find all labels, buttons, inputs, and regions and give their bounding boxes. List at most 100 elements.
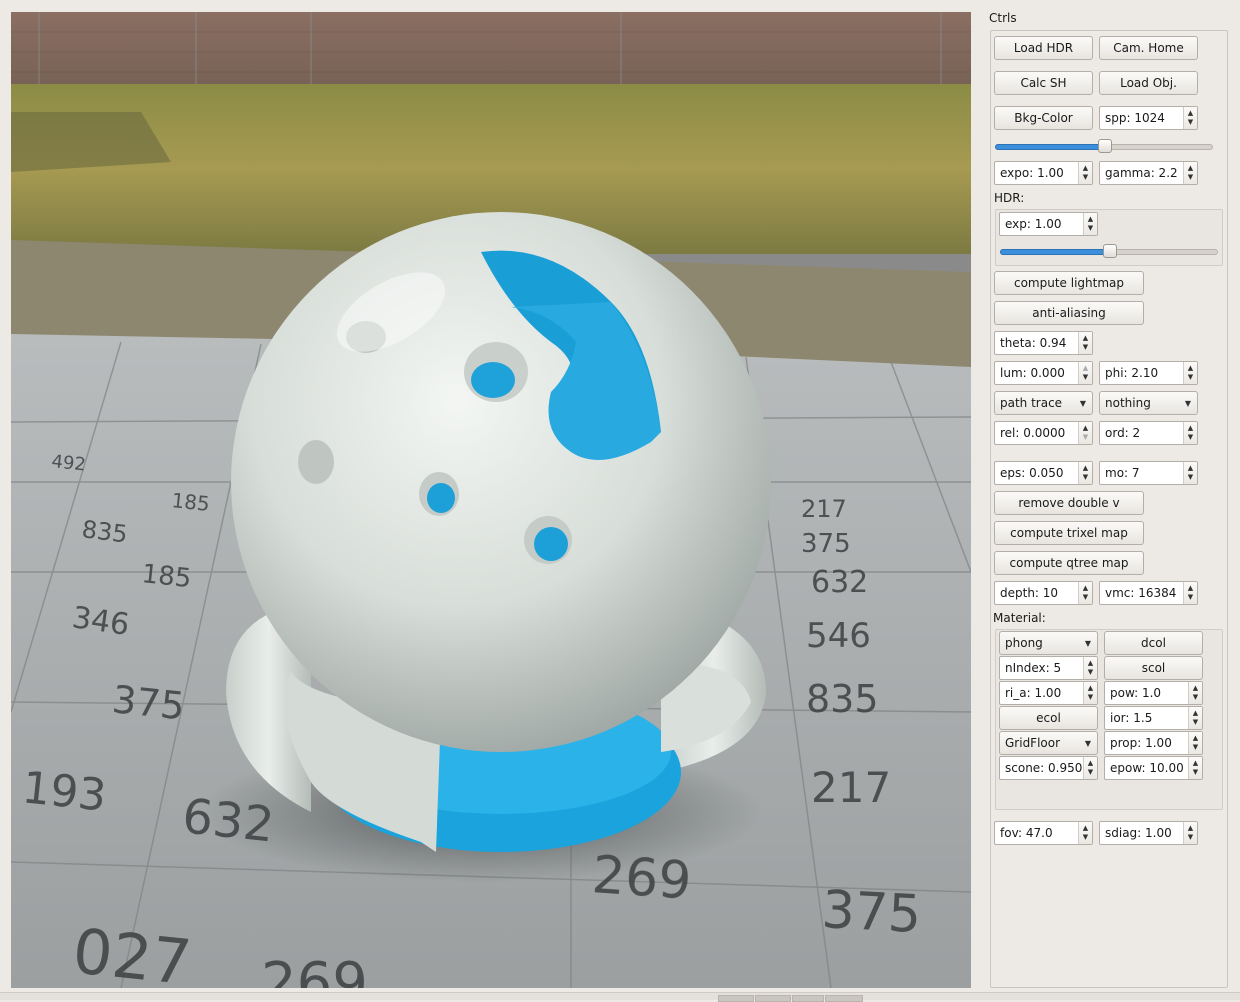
epow-value: epow: 10.00 bbox=[1110, 761, 1184, 775]
spin-arrows-icon[interactable]: ▲ ▼ bbox=[1188, 732, 1202, 754]
depth-value: depth: 10 bbox=[1000, 586, 1059, 600]
slider-fill bbox=[1000, 249, 1111, 255]
spin-arrows-icon[interactable]: ▲ ▼ bbox=[1188, 757, 1202, 779]
object-value: GridFloor bbox=[1005, 736, 1061, 750]
floor-number: 835 bbox=[80, 515, 129, 548]
slider-fill bbox=[995, 144, 1106, 150]
floor-number: 546 bbox=[806, 616, 871, 656]
spin-arrows-icon[interactable]: ▲ ▼ bbox=[1188, 682, 1202, 704]
load-hdr-button[interactable]: Load HDR bbox=[994, 36, 1093, 60]
depth-spinbox[interactable]: depth: 10 ▲ ▼ bbox=[994, 581, 1093, 605]
chevron-down-icon: ▼ bbox=[1084, 738, 1092, 748]
nindex-spinbox[interactable]: nIndex: 5 ▲ ▼ bbox=[999, 656, 1098, 680]
floor-number: 217 bbox=[801, 495, 847, 523]
ior-value: ior: 1.5 bbox=[1110, 711, 1153, 725]
spin-arrows-icon[interactable]: ▲ ▼ bbox=[1083, 682, 1097, 704]
floor-number: 269 bbox=[261, 951, 368, 988]
spin-arrows-icon[interactable]: ▲ ▼ bbox=[1183, 822, 1197, 844]
fov-spinbox[interactable]: fov: 47.0 ▲ ▼ bbox=[994, 821, 1093, 845]
object-select[interactable]: GridFloor ▼ bbox=[999, 731, 1098, 755]
floor-number: 835 bbox=[806, 677, 879, 721]
lum-spinbox[interactable]: lum: 0.000 ▲ ▼ bbox=[994, 361, 1093, 385]
prop-spinbox[interactable]: prop: 1.00 ▲ ▼ bbox=[1104, 731, 1203, 755]
scone-spinbox[interactable]: scone: 0.950 ▲ ▼ bbox=[999, 756, 1098, 780]
anti-aliasing-button[interactable]: anti-aliasing bbox=[994, 301, 1144, 325]
ri-a-value: ri_a: 1.00 bbox=[1005, 686, 1062, 700]
theta-spinbox[interactable]: theta: 0.94 ▲ ▼ bbox=[994, 331, 1093, 355]
gamma-spinbox[interactable]: gamma: 2.2 ▲ ▼ bbox=[1099, 161, 1198, 185]
hdr-exp-spinbox[interactable]: exp: 1.00 ▲ ▼ bbox=[999, 212, 1098, 236]
floor-number: 193 bbox=[20, 762, 109, 821]
compute-trixel-map-button[interactable]: compute trixel map bbox=[994, 521, 1144, 545]
material-section-label: Material: bbox=[993, 611, 1046, 625]
render-mode-value: path trace bbox=[1000, 396, 1063, 410]
shader-select[interactable]: phong ▼ bbox=[999, 631, 1098, 655]
compute-lightmap-button[interactable]: compute lightmap bbox=[994, 271, 1144, 295]
phi-spinbox[interactable]: phi: 2.10 ▲ ▼ bbox=[1099, 361, 1198, 385]
render-mode-select[interactable]: path trace ▼ bbox=[994, 391, 1093, 415]
rel-spinbox[interactable]: rel: 0.0000 ▲ ▼ bbox=[994, 421, 1093, 445]
spin-arrows-icon[interactable]: ▲ ▼ bbox=[1183, 162, 1197, 184]
panel-title: Ctrls bbox=[989, 11, 1017, 25]
ior-spinbox[interactable]: ior: 1.5 ▲ ▼ bbox=[1104, 706, 1203, 730]
expo-spinbox[interactable]: expo: 1.00 ▲ ▼ bbox=[994, 161, 1093, 185]
mo-spinbox[interactable]: mo: 7 ▲ ▼ bbox=[1099, 461, 1198, 485]
floor-number: 492 bbox=[50, 451, 86, 475]
vmc-spinbox[interactable]: vmc: 16384 ▲ ▼ bbox=[1099, 581, 1198, 605]
floor-number: 375 bbox=[110, 677, 187, 728]
scol-button[interactable]: scol bbox=[1104, 656, 1203, 680]
ord-spinbox[interactable]: ord: 2 ▲ ▼ bbox=[1099, 421, 1198, 445]
epow-spinbox[interactable]: epow: 10.00 ▲ ▼ bbox=[1104, 756, 1203, 780]
sdiag-spinbox[interactable]: sdiag: 1.00 ▲ ▼ bbox=[1099, 821, 1198, 845]
spin-arrows-icon[interactable]: ▲ ▼ bbox=[1183, 422, 1197, 444]
ecol-button[interactable]: ecol bbox=[999, 706, 1098, 730]
remove-double-v-button[interactable]: remove double v bbox=[994, 491, 1144, 515]
load-obj-button[interactable]: Load Obj. bbox=[1099, 71, 1198, 95]
spin-arrows-icon[interactable]: ▲ ▼ bbox=[1083, 657, 1097, 679]
dcol-button[interactable]: dcol bbox=[1104, 631, 1203, 655]
hdr-exp-value: exp: 1.00 bbox=[1005, 217, 1062, 231]
gamma-value: gamma: 2.2 bbox=[1105, 166, 1178, 180]
slider-handle[interactable] bbox=[1103, 244, 1117, 258]
compute-qtree-map-button[interactable]: compute qtree map bbox=[994, 551, 1144, 575]
render-option-select[interactable]: nothing ▼ bbox=[1099, 391, 1198, 415]
eps-spinbox[interactable]: eps: 0.050 ▲ ▼ bbox=[994, 461, 1093, 485]
hdr-section-label: HDR: bbox=[994, 191, 1025, 205]
spin-arrows-icon[interactable]: ▲ ▼ bbox=[1183, 107, 1197, 129]
bkg-color-button[interactable]: Bkg-Color bbox=[994, 106, 1093, 130]
spin-arrows-icon[interactable]: ▲ ▼ bbox=[1078, 362, 1092, 384]
pow-spinbox[interactable]: pow: 1.0 ▲ ▼ bbox=[1104, 681, 1203, 705]
sdiag-value: sdiag: 1.00 bbox=[1105, 826, 1172, 840]
spin-arrows-icon[interactable]: ▲ ▼ bbox=[1083, 757, 1097, 779]
spin-arrows-icon[interactable]: ▲ ▼ bbox=[1083, 213, 1097, 235]
spp-spinbox[interactable]: spp: 1024 ▲ ▼ bbox=[1099, 106, 1198, 130]
spin-arrows-icon[interactable]: ▲ ▼ bbox=[1078, 822, 1092, 844]
spin-arrows-icon[interactable]: ▲ ▼ bbox=[1183, 582, 1197, 604]
cam-home-button[interactable]: Cam. Home bbox=[1099, 36, 1198, 60]
floor-number: 375 bbox=[801, 529, 851, 559]
spin-arrows-icon[interactable]: ▲ ▼ bbox=[1078, 162, 1092, 184]
spin-arrows-icon[interactable]: ▲ ▼ bbox=[1078, 462, 1092, 484]
scone-value: scone: 0.950 bbox=[1005, 761, 1083, 775]
theta-value: theta: 0.94 bbox=[1000, 336, 1067, 350]
spp-slider[interactable] bbox=[995, 139, 1213, 153]
render-viewport[interactable]: 027 375 193 632 269 346 835 185 217 375 … bbox=[11, 12, 971, 988]
spin-arrows-icon[interactable]: ▲ ▼ bbox=[1183, 362, 1197, 384]
spin-arrows-icon[interactable]: ▲ ▼ bbox=[1078, 332, 1092, 354]
mo-value: mo: 7 bbox=[1105, 466, 1140, 480]
spin-arrows-icon[interactable]: ▲ ▼ bbox=[1078, 422, 1092, 444]
floor-number: 185 bbox=[170, 488, 210, 516]
phi-value: phi: 2.10 bbox=[1105, 366, 1159, 380]
ri-a-spinbox[interactable]: ri_a: 1.00 ▲ ▼ bbox=[999, 681, 1098, 705]
spin-arrows-icon[interactable]: ▲ ▼ bbox=[1183, 462, 1197, 484]
expo-value: expo: 1.00 bbox=[1000, 166, 1064, 180]
chevron-down-icon: ▼ bbox=[1079, 398, 1087, 408]
spin-arrows-icon[interactable]: ▲ ▼ bbox=[1078, 582, 1092, 604]
slider-handle[interactable] bbox=[1098, 139, 1112, 153]
hdr-exp-slider[interactable] bbox=[1000, 244, 1218, 258]
spin-arrows-icon[interactable]: ▲ ▼ bbox=[1188, 707, 1202, 729]
lum-value: lum: 0.000 bbox=[1000, 366, 1065, 380]
shader-value: phong bbox=[1005, 636, 1043, 650]
floor-number: 375 bbox=[820, 880, 922, 945]
calc-sh-button[interactable]: Calc SH bbox=[994, 71, 1093, 95]
